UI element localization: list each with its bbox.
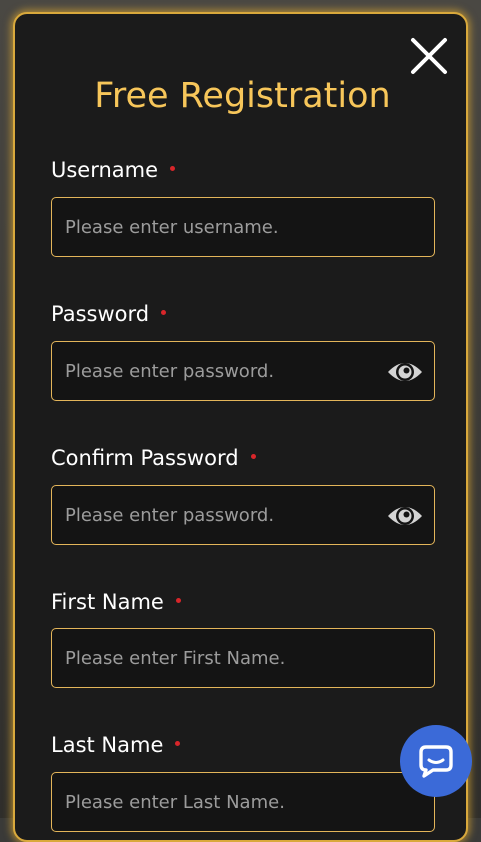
required-marker [161, 309, 167, 315]
last-name-field [51, 772, 435, 832]
required-marker [250, 453, 256, 459]
last-name-input[interactable] [52, 773, 434, 831]
close-icon [411, 38, 447, 74]
registration-modal: Free Registration Username Password Conf… [13, 12, 468, 842]
required-marker [170, 165, 176, 171]
confirm-password-input[interactable] [52, 486, 434, 544]
eye-icon [388, 363, 422, 381]
required-marker [175, 740, 181, 746]
first-name-field [51, 628, 435, 688]
username-label-text: Username [51, 158, 159, 182]
modal-title: Free Registration [94, 76, 391, 116]
chat-bubble-icon [419, 745, 453, 778]
required-marker [175, 597, 181, 603]
last-name-label: Last Name [51, 731, 181, 759]
eye-icon [388, 507, 422, 525]
password-visibility-toggle[interactable] [386, 356, 424, 388]
first-name-input[interactable] [52, 629, 434, 687]
password-label: Password [51, 300, 167, 328]
confirm-password-label: Confirm Password [51, 444, 256, 472]
confirm-password-label-text: Confirm Password [51, 446, 239, 470]
password-field [51, 341, 435, 401]
first-name-label: First Name [51, 588, 181, 616]
password-input[interactable] [52, 342, 434, 400]
username-label: Username [51, 156, 176, 184]
first-name-label-text: First Name [51, 590, 164, 614]
confirm-password-field [51, 485, 435, 545]
close-button[interactable] [409, 36, 449, 76]
confirm-password-visibility-toggle[interactable] [386, 500, 424, 532]
live-chat-button[interactable] [400, 725, 472, 797]
username-field [51, 197, 435, 257]
last-name-label-text: Last Name [51, 733, 164, 757]
password-label-text: Password [51, 302, 150, 326]
username-input[interactable] [52, 198, 434, 256]
